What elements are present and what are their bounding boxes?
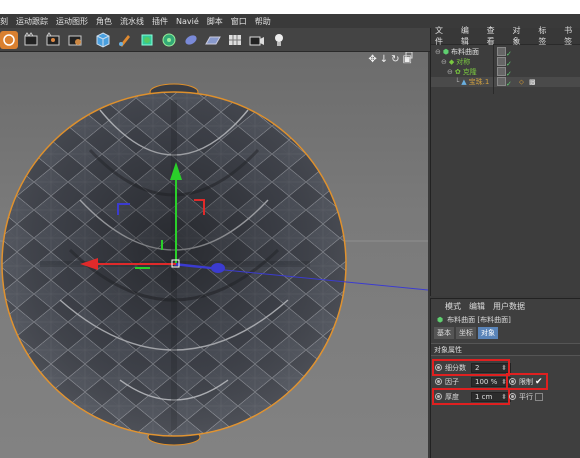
attribute-manager-panel: 模式 编辑 用户数据 ⬢ 布料曲面 [布料曲面] 基本 坐标 对象 对象属性 细… <box>430 298 580 458</box>
parallel-field: 平行 <box>509 390 543 403</box>
visibility-toggle[interactable] <box>497 76 506 86</box>
section-header: 对象属性 <box>431 343 580 356</box>
cloth-surface-icon: ⬢ <box>437 316 444 324</box>
coordinate-system-icon[interactable] <box>0 30 18 49</box>
factor-label: 因子 <box>445 377 459 386</box>
material-tag-icon[interactable]: ▩ <box>529 78 536 86</box>
deformer-icon[interactable] <box>182 31 200 49</box>
om-menu-bookmarks[interactable]: 书签 <box>564 25 580 47</box>
keyframe-dot-icon[interactable] <box>435 378 442 385</box>
object-manager-panel: 文件 编辑 查看 对象 标签 书签 ⊖ ⬢ 布料曲面 ✓ ⊖ ◆ 对称 ✓ ⊖ … <box>430 25 580 296</box>
cube-icon[interactable] <box>94 31 112 49</box>
scene-render <box>0 52 428 446</box>
keyframe-dot-icon[interactable] <box>509 393 516 400</box>
menu-item-plugins[interactable]: 插件 <box>152 16 168 27</box>
cloner-object-icon: ✿ <box>454 68 461 76</box>
subdivision-surface-icon[interactable] <box>138 31 156 49</box>
camera-icon[interactable] <box>248 31 266 49</box>
highlight-box <box>432 388 510 405</box>
object-name: 布料曲面 <box>451 48 479 56</box>
factor-input[interactable]: 100 % ⬍ <box>471 376 511 387</box>
title-strip <box>0 0 580 14</box>
enabled-check-icon[interactable]: ✓ <box>506 80 512 88</box>
scene-grid-icon[interactable] <box>226 31 244 49</box>
object-row[interactable]: ⊖ ✿ 克隆 ✓ <box>431 66 580 78</box>
highlight-box <box>506 373 548 390</box>
highlight-box <box>432 359 510 376</box>
geometry-object-icon: ▲ <box>461 78 467 86</box>
attribute-title: ⬢ 布料曲面 [布料曲面] <box>431 313 580 327</box>
om-menu-file[interactable]: 文件 <box>435 25 451 47</box>
object-manager-menu: 文件 编辑 查看 对象 标签 书签 <box>431 25 580 47</box>
light-icon[interactable] <box>270 31 288 49</box>
phong-tag-icon[interactable]: ⬦ <box>519 78 524 87</box>
object-name: 对称 <box>456 58 471 66</box>
render-settings-icon[interactable] <box>66 31 84 49</box>
symmetry-icon: ◆ <box>448 58 455 66</box>
om-menu-tags[interactable]: 标签 <box>538 25 554 47</box>
am-menu-edit[interactable]: 编辑 <box>469 301 485 312</box>
menu-item-window[interactable]: 窗口 <box>231 16 247 27</box>
object-name: 宝珠.1 <box>468 78 490 86</box>
menu-item-help[interactable]: 帮助 <box>255 16 271 27</box>
menu-item-edit[interactable]: 刻 <box>0 16 8 27</box>
cloner-icon[interactable] <box>160 31 178 49</box>
3d-viewport[interactable]: ✥ ↓ ↻ ▣ <box>0 52 428 458</box>
menu-item-mograph[interactable]: 运动图形 <box>56 16 88 27</box>
cloth-surface-icon: ⬢ <box>442 48 449 56</box>
floor-icon[interactable] <box>204 31 222 49</box>
menu-item-script[interactable]: 脚本 <box>207 16 223 27</box>
visibility-toggle[interactable] <box>497 66 506 76</box>
am-menu-mode[interactable]: 模式 <box>445 301 461 312</box>
render-view-icon[interactable] <box>22 31 40 49</box>
am-menu-userdata[interactable]: 用户数据 <box>493 301 525 312</box>
attribute-tabs: 基本 坐标 对象 <box>431 327 580 339</box>
object-title: 布料曲面 [布料曲面] <box>447 316 511 324</box>
attribute-manager-menu: 模式 编辑 用户数据 <box>431 299 580 313</box>
object-row[interactable]: └ ▲ 宝珠.1 ✓ ⬦ ▩ <box>431 76 580 88</box>
menu-item-navie[interactable]: Navié <box>176 17 199 26</box>
tab-object[interactable]: 对象 <box>478 327 498 339</box>
object-name: 克隆 <box>462 68 477 76</box>
om-menu-view[interactable]: 查看 <box>487 25 503 47</box>
visibility-toggle[interactable] <box>497 56 506 66</box>
menu-item-character[interactable]: 角色 <box>96 16 112 27</box>
parallel-checkbox[interactable] <box>535 392 543 401</box>
om-menu-objects[interactable]: 对象 <box>512 25 528 47</box>
om-menu-edit[interactable]: 编辑 <box>461 25 477 47</box>
factor-field: 因子 100 % ⬍ <box>435 375 511 388</box>
object-tree: ⊖ ⬢ 布料曲面 ✓ ⊖ ◆ 对称 ✓ ⊖ ✿ 克隆 ✓ └ ▲ 宝珠.1 ✓ … <box>431 45 580 88</box>
menu-item-pipeline[interactable]: 流水线 <box>120 16 144 27</box>
tab-basic[interactable]: 基本 <box>434 327 454 339</box>
menu-item-tracking[interactable]: 运动跟踪 <box>16 16 48 27</box>
tab-coordinates[interactable]: 坐标 <box>456 327 476 339</box>
pen-icon[interactable] <box>116 31 134 49</box>
visibility-toggle[interactable] <box>497 46 506 56</box>
column-divider[interactable] <box>493 44 494 94</box>
render-picture-viewer-icon[interactable] <box>44 31 62 49</box>
object-row[interactable]: ⊖ ⬢ 布料曲面 ✓ <box>431 46 580 58</box>
object-row[interactable]: ⊖ ◆ 对称 ✓ <box>431 56 580 68</box>
parallel-label: 平行 <box>519 392 533 401</box>
